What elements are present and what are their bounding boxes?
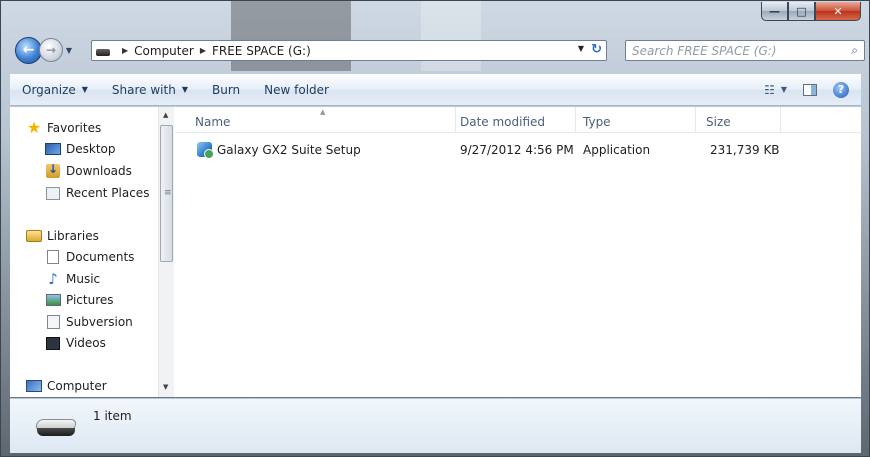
file-list: ▲ Name Date modified Type Size Galaxy GX… [175, 107, 861, 397]
sidebar-item-label: Favorites [47, 121, 102, 135]
column-size[interactable]: Size [706, 115, 731, 129]
sidebar-item-downloads[interactable]: Downloads [45, 162, 132, 179]
sidebar-item-recent-places[interactable]: Recent Places [45, 185, 149, 201]
recent-places-icon [45, 185, 61, 201]
maximize-button[interactable]: □ [788, 2, 815, 21]
navigation-bar: ← → ▼ ▶ Computer ▶ FREE SPACE (G:) ▼ ↻ S… [15, 35, 865, 65]
command-bar: Organize ▼ Share with ▼ Burn New folder … [10, 74, 861, 106]
sidebar-item-label: Downloads [66, 164, 132, 178]
help-icon[interactable]: ? [833, 81, 849, 98]
sidebar-item-music[interactable]: ♪ Music [45, 270, 101, 288]
grip-icon: ≡ [164, 188, 172, 198]
star-icon: ★ [26, 118, 42, 137]
column-divider[interactable] [575, 107, 576, 133]
change-view-button[interactable]: ☷ ▼ [764, 83, 787, 97]
chevron-down-icon: ▼ [181, 85, 188, 94]
file-date-modified: 9/27/2012 4:56 PM [460, 143, 574, 157]
sidebar-item-label: Libraries [47, 229, 99, 243]
explorer-window: — □ ✕ ← → ▼ ▶ Computer ▶ FREE SPACE (G:)… [0, 0, 870, 457]
address-dropdown-icon[interactable]: ▼ [578, 44, 584, 53]
new-folder-button[interactable]: New folder [252, 83, 341, 97]
sidebar-item-label: Computer [47, 379, 107, 393]
sidebar-item-videos[interactable]: Videos [45, 335, 106, 351]
new-folder-label: New folder [264, 82, 329, 97]
sidebar-item-label: Documents [66, 250, 135, 264]
breadcrumb-free-space[interactable]: FREE SPACE (G:) [212, 44, 311, 58]
computer-icon [26, 378, 42, 394]
libraries-icon [26, 228, 42, 244]
sidebar-item-favorites[interactable]: ★ Favorites [26, 120, 101, 136]
navigation-scrollbar[interactable]: ▲ ≡ ▼ [158, 107, 174, 397]
scrollbar-thumb[interactable]: ≡ [160, 125, 173, 262]
column-name[interactable]: Name [195, 115, 230, 129]
caption-buttons: — □ ✕ [761, 2, 861, 22]
scroll-up-icon[interactable]: ▲ [163, 111, 168, 119]
sidebar-item-label: Music [66, 272, 101, 286]
breadcrumb-separator-icon[interactable]: ▶ [200, 46, 206, 55]
sidebar-item-computer[interactable]: Computer [26, 378, 107, 394]
navigation-pane: ★ Favorites Desktop Downloads Recent Pla… [10, 107, 174, 397]
column-type[interactable]: Type [583, 115, 611, 129]
drive-icon [34, 419, 78, 437]
column-divider[interactable] [780, 107, 781, 133]
organize-button[interactable]: Organize ▼ [10, 83, 100, 97]
forward-arrow-icon: → [45, 43, 57, 57]
preview-pane-icon[interactable] [803, 83, 817, 96]
column-divider[interactable] [695, 107, 696, 133]
sidebar-item-subversion[interactable]: Subversion [45, 314, 133, 330]
share-with-button[interactable]: Share with ▼ [100, 83, 200, 97]
main-content: ★ Favorites Desktop Downloads Recent Pla… [10, 107, 861, 397]
forward-button[interactable]: → [39, 38, 63, 62]
toolbar-right-group: ☷ ▼ ? [764, 81, 861, 98]
documents-icon [45, 249, 61, 265]
file-name: Galaxy GX2 Suite Setup [217, 143, 361, 157]
sidebar-item-pictures[interactable]: Pictures [45, 292, 114, 308]
organize-label: Organize [22, 82, 76, 97]
sort-ascending-icon: ▲ [320, 108, 326, 116]
videos-icon [45, 335, 61, 351]
search-input[interactable]: Search FREE SPACE (G:) ⌕ [625, 40, 865, 61]
search-icon[interactable]: ⌕ [851, 43, 858, 58]
search-placeholder: Search FREE SPACE (G:) [632, 44, 777, 58]
chevron-down-icon: ▼ [81, 85, 88, 94]
views-icon: ☷ [764, 82, 775, 97]
burn-button[interactable]: Burn [200, 83, 252, 97]
column-header-row: ▲ Name Date modified Type Size [175, 107, 861, 133]
file-type: Application [583, 143, 651, 157]
back-button[interactable]: ← [15, 36, 42, 64]
burn-label: Burn [211, 82, 241, 97]
sidebar-item-desktop[interactable]: Desktop [45, 141, 116, 157]
desktop-icon [45, 141, 61, 157]
pictures-icon [45, 292, 61, 308]
sidebar-item-libraries[interactable]: Libraries [26, 228, 99, 244]
back-arrow-icon: ← [22, 42, 35, 58]
minimize-button[interactable]: — [761, 2, 788, 21]
breadcrumb-computer[interactable]: Computer [134, 44, 194, 58]
file-size: 231,739 KB [710, 143, 780, 157]
drive-icon [96, 49, 110, 56]
installer-icon [197, 142, 214, 159]
column-divider[interactable] [455, 107, 456, 133]
close-button[interactable]: ✕ [815, 2, 861, 21]
sidebar-item-documents[interactable]: Documents [45, 249, 134, 265]
sidebar-item-label: Recent Places [66, 186, 150, 200]
column-date-modified[interactable]: Date modified [460, 115, 545, 129]
share-with-label: Share with [111, 82, 176, 97]
file-row[interactable]: Galaxy GX2 Suite Setup 9/27/2012 4:56 PM… [175, 139, 861, 161]
details-pane: 1 item [10, 398, 861, 453]
item-count: 1 item [93, 409, 132, 423]
subversion-icon [45, 314, 61, 330]
sidebar-item-label: Subversion [66, 315, 133, 329]
address-bar[interactable]: ▶ Computer ▶ FREE SPACE (G:) ▼ ↻ [91, 40, 607, 61]
scroll-down-icon[interactable]: ▼ [163, 383, 168, 391]
music-icon: ♪ [48, 270, 58, 288]
sidebar-item-label: Pictures [66, 293, 114, 307]
sidebar-item-label: Videos [66, 336, 106, 350]
breadcrumb-separator-icon[interactable]: ▶ [122, 46, 128, 55]
downloads-icon [45, 162, 61, 179]
recent-pages-dropdown[interactable]: ▼ [63, 46, 75, 55]
refresh-icon[interactable]: ↻ [591, 42, 602, 57]
sidebar-item-label: Desktop [66, 142, 116, 156]
chevron-down-icon: ▼ [780, 85, 787, 94]
